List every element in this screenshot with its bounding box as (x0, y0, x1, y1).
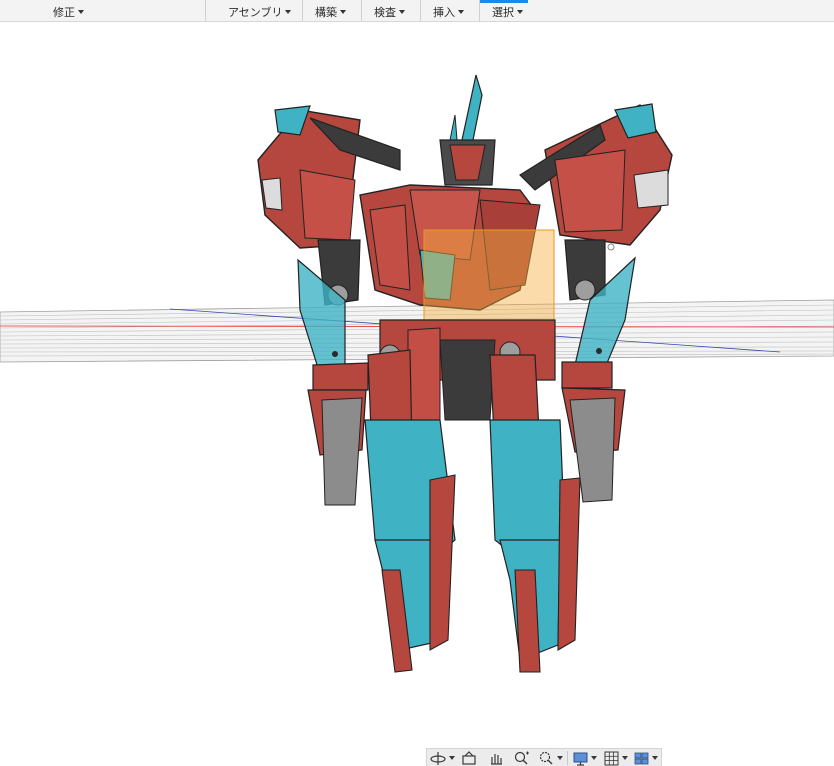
viewports-dropdown-icon[interactable] (652, 756, 658, 760)
orbit-button[interactable] (429, 750, 447, 766)
selection-highlight (423, 229, 555, 321)
viewports-icon (634, 752, 649, 765)
modify-menu[interactable]: 修正 (53, 3, 84, 20)
inspect-menu-label: 検査 (374, 5, 396, 19)
assemble-menu-label: アセンブリ (228, 5, 283, 19)
look-at-button[interactable] (460, 750, 478, 766)
display-settings-button[interactable] (572, 750, 590, 766)
pan-button[interactable] (487, 750, 505, 766)
grid-dropdown-icon[interactable] (622, 756, 628, 760)
cad-window: 修正 アセンブリ 構築 検査 挿入 選択 (0, 0, 834, 766)
chevron-down-icon (340, 10, 346, 14)
pan-icon (491, 754, 502, 765)
display-settings-icon (573, 752, 588, 766)
fit-icon (539, 751, 553, 765)
model-render[interactable] (0, 23, 834, 766)
chevron-down-icon (458, 10, 464, 14)
toolbar-divider (479, 0, 480, 21)
toolbar-divider (420, 0, 421, 21)
select-menu[interactable]: 選択 (492, 3, 523, 20)
look-at-icon (462, 751, 476, 765)
orbit-icon (430, 752, 446, 765)
construct-menu-label: 構築 (315, 5, 337, 19)
left-leg (364, 349, 456, 673)
right-shoulder-unit (519, 103, 673, 246)
right-arm (561, 239, 636, 503)
insert-menu[interactable]: 挿入 (433, 3, 464, 20)
modify-menu-label: 修正 (53, 5, 75, 19)
pivot-point-icon (607, 243, 615, 251)
chevron-down-icon (517, 10, 523, 14)
toolbar-divider (361, 0, 362, 21)
zoom-icon (514, 751, 529, 765)
fit-button[interactable] (538, 750, 556, 766)
construct-menu[interactable]: 構築 (315, 3, 346, 20)
inspect-menu[interactable]: 検査 (374, 3, 405, 20)
select-menu-label: 選択 (492, 5, 514, 19)
toolbar-divider (302, 0, 303, 21)
head (439, 74, 496, 186)
chevron-down-icon (78, 10, 84, 14)
navbar-divider (567, 751, 568, 765)
navigation-bar (426, 748, 662, 766)
insert-menu-label: 挿入 (433, 5, 455, 19)
chevron-down-icon (285, 10, 292, 14)
viewports-button[interactable] (633, 750, 651, 766)
assemble-menu[interactable]: アセンブリ (228, 3, 292, 20)
left-arm (297, 239, 369, 506)
orbit-dropdown-icon[interactable] (449, 756, 455, 760)
zoom-button[interactable] (513, 750, 531, 766)
display-settings-dropdown-icon[interactable] (591, 756, 597, 760)
toolbar-divider (205, 0, 206, 21)
grid-button[interactable] (603, 750, 621, 766)
fit-dropdown-icon[interactable] (557, 756, 563, 760)
canvas-viewport[interactable] (0, 23, 834, 766)
grid-icon (604, 751, 619, 766)
chevron-down-icon (399, 10, 405, 14)
ribbon-toolbar: 修正 アセンブリ 構築 検査 挿入 選択 (0, 0, 834, 22)
